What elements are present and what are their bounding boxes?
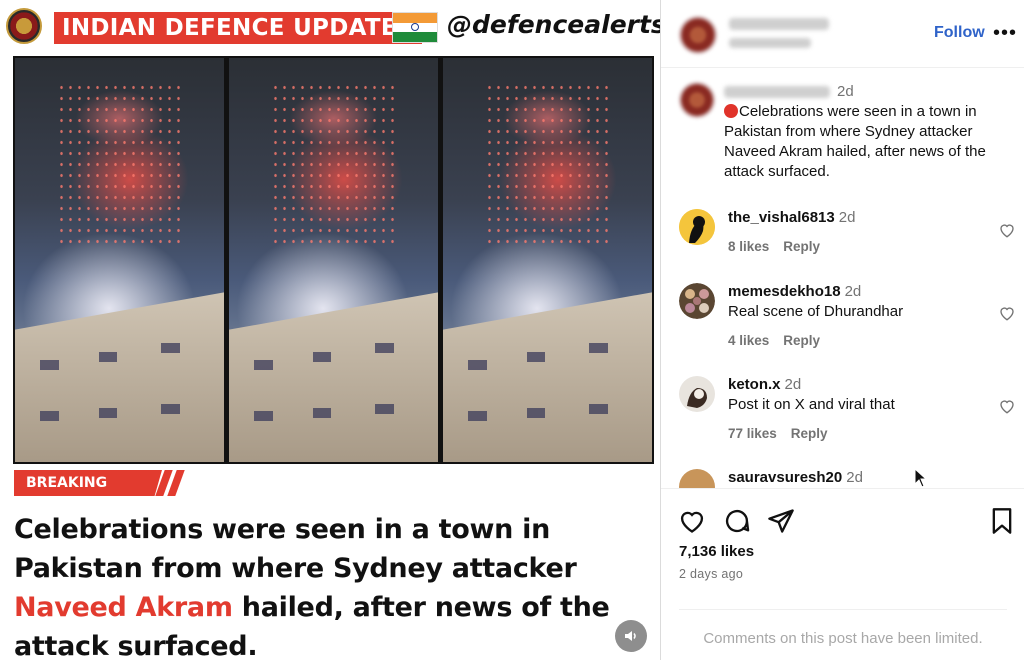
india-flag-icon [392,12,438,43]
caption-avatar[interactable] [679,82,715,118]
post-date: 2 days ago [679,567,744,581]
caption-text: Celebrations were seen in a town in Paki… [724,103,986,180]
follow-button[interactable]: Follow [934,24,985,42]
post-media[interactable]: INDIAN DEFENCE UPDATES @defencealerts BR… [0,0,660,660]
comment-username[interactable]: the_vishal6813 2d [728,209,855,226]
like-count[interactable]: 4 likes [728,333,769,348]
news-banner: INDIAN DEFENCE UPDATES @defencealerts [0,0,660,56]
mouse-cursor-icon [914,468,928,488]
comment-icon[interactable] [723,507,751,535]
share-icon[interactable] [767,507,795,535]
avatar[interactable] [679,283,715,319]
heart-icon[interactable] [998,304,1016,322]
comment-username[interactable]: memesdekho18 2d [728,283,861,300]
media-headline: Celebrations were seen in a town in Paki… [14,514,610,660]
comment-text: Post it on X and viral that [728,396,895,413]
more-icon[interactable]: ••• [993,22,1017,45]
headline-highlight: Naveed Akram [14,592,233,623]
video-frames [13,56,654,464]
heart-icon[interactable] [998,221,1016,239]
caption-time: 2d [837,83,854,100]
post-panel: Follow ••• 2d Celebrations were seen in … [660,0,1024,660]
comment-meta: 4 likes Reply [728,333,834,348]
comment-meta: 8 likes Reply [728,239,834,254]
red-circle-icon [724,104,738,118]
comment-text: Real scene of Dhurandhar [728,303,904,320]
comment-username[interactable]: keton.x 2d [728,376,801,393]
comment-meta: 77 likes Reply [728,426,842,441]
like-count[interactable]: 77 likes [728,426,777,441]
audio-label-blurred[interactable] [729,38,811,48]
breaking-news-label: BREAKING NEWS [14,470,162,496]
bookmark-icon[interactable] [988,507,1016,535]
avatar[interactable] [679,376,715,412]
instagram-post-view: INDIAN DEFENCE UPDATES @defencealerts BR… [0,0,1024,660]
author-avatar[interactable] [679,16,717,54]
banner-handle: @defencealerts [447,10,660,39]
author-name-blurred[interactable] [729,18,829,30]
heart-icon[interactable] [998,397,1016,415]
defence-logo [6,8,42,44]
likes-count[interactable]: 7,136 likes [679,543,754,560]
speaker-icon [625,631,636,641]
video-frame [229,58,438,462]
post-actions: 7,136 likes 2 days ago Comments on this … [661,488,1024,660]
caption-username-blurred[interactable] [724,86,830,98]
video-frame [15,58,224,462]
heart-icon[interactable] [678,507,706,535]
comments-limited-notice: Comments on this post have been limited. [679,609,1007,647]
post-header: Follow ••• [661,0,1024,68]
avatar[interactable] [679,209,715,245]
reply-button[interactable]: Reply [783,333,820,348]
banner-title: INDIAN DEFENCE UPDATES [54,12,422,44]
video-frame [443,58,652,462]
comment-username[interactable]: sauravsuresh20 2d [728,469,863,486]
mute-button[interactable] [615,620,647,652]
reply-button[interactable]: Reply [791,426,828,441]
reply-button[interactable]: Reply [783,239,820,254]
like-count[interactable]: 8 likes [728,239,769,254]
